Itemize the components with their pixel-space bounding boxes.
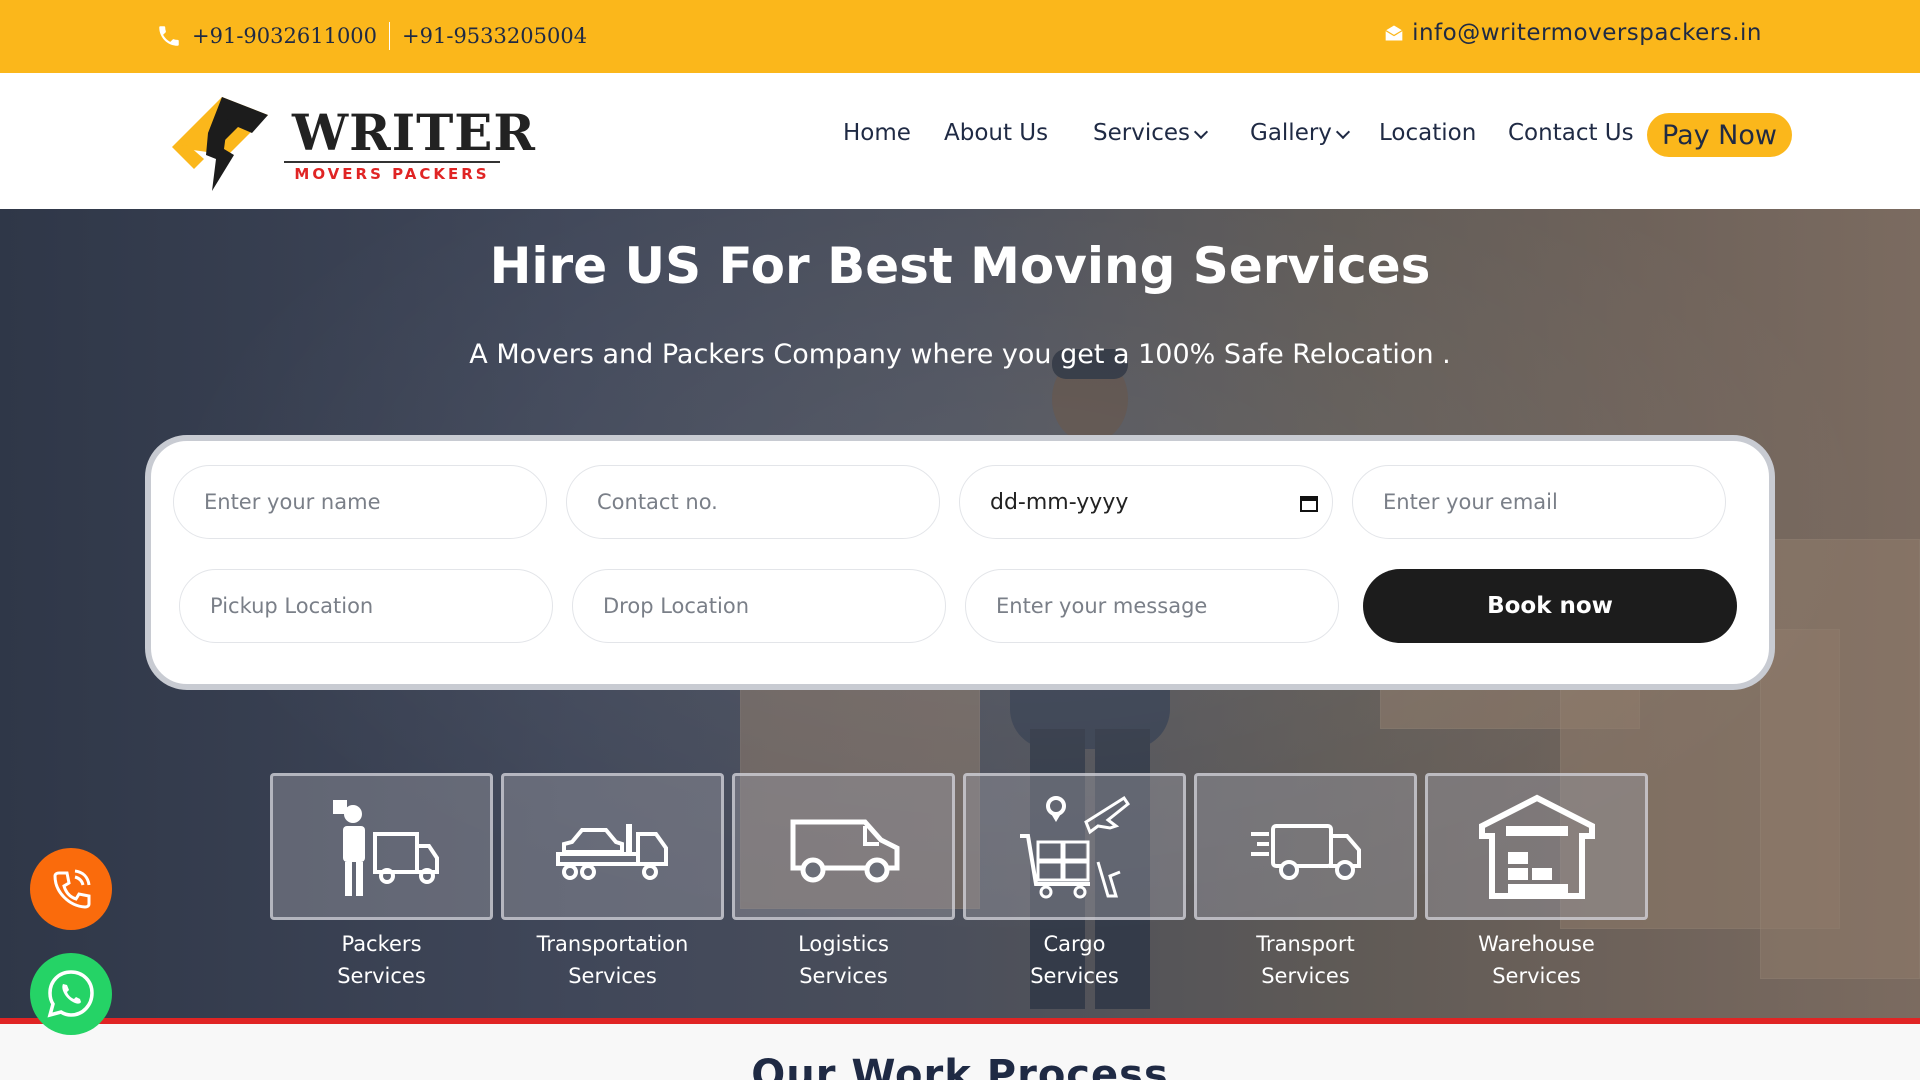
whatsapp-icon — [47, 970, 94, 1018]
mail-icon — [1385, 25, 1403, 41]
service-label-line: Services — [337, 964, 426, 988]
service-card-cargo[interactable]: Cargo Services — [963, 773, 1186, 992]
nav-services[interactable]: Services — [1093, 120, 1209, 146]
site-header: WRITER MOVERS PACKERS Home About Us Serv… — [0, 73, 1920, 209]
service-icon-box — [1425, 773, 1648, 920]
service-icon-box — [963, 773, 1186, 920]
hero-subtitle: A Movers and Packers Company where you g… — [469, 339, 1451, 370]
service-label: Warehouse Services — [1425, 928, 1648, 992]
hero-title: Hire US For Best Moving Services — [489, 237, 1431, 295]
book-now-button[interactable]: Book now — [1363, 569, 1737, 643]
service-label-line: Services — [1261, 964, 1350, 988]
email-link[interactable]: info@writermoverspackers.in — [1412, 20, 1762, 46]
booking-form: Enter your name Contact no. dd-mm-yyyy E… — [145, 435, 1775, 690]
nav-location[interactable]: Location — [1379, 120, 1476, 146]
phone-icon — [159, 26, 179, 46]
floating-call-button[interactable] — [30, 848, 112, 930]
phone-link-1[interactable]: +91-9032611000 — [192, 24, 377, 48]
service-label-line: Services — [799, 964, 888, 988]
nav-about[interactable]: About Us — [944, 120, 1048, 146]
packer-icon — [332, 799, 439, 896]
service-card-warehouse[interactable]: Warehouse Services — [1425, 773, 1648, 992]
nav-home[interactable]: Home — [843, 120, 911, 146]
services-strip: Packers Services Transportation Services… — [270, 773, 1650, 993]
main-navigation: Home About Us Services Gallery Location … — [0, 73, 1920, 209]
date-input[interactable]: dd-mm-yyyy — [959, 465, 1333, 539]
service-label-line: Services — [568, 964, 657, 988]
car-carrier-icon — [555, 823, 668, 880]
service-icon-box — [732, 773, 955, 920]
van-icon — [790, 819, 899, 882]
warehouse-icon — [1478, 794, 1595, 899]
pickup-input[interactable]: Pickup Location — [179, 569, 553, 643]
service-card-packers[interactable]: Packers Services — [270, 773, 493, 992]
service-label-line: Transportation — [536, 932, 689, 956]
service-label-line: Warehouse — [1478, 932, 1595, 956]
service-icon-box — [270, 773, 493, 920]
service-label: Transportation Services — [501, 928, 724, 992]
chevron-down-icon — [1335, 124, 1350, 140]
name-input[interactable]: Enter your name — [173, 465, 547, 539]
nav-contact[interactable]: Contact Us — [1508, 120, 1634, 146]
nav-gallery[interactable]: Gallery — [1250, 120, 1350, 146]
service-icon-box — [1194, 773, 1417, 920]
phone-numbers: +91-9032611000 +91-9533205004 — [156, 22, 587, 50]
service-label: Packers Services — [270, 928, 493, 992]
service-label-line: Services — [1030, 964, 1119, 988]
floating-whatsapp-button[interactable] — [30, 953, 112, 1035]
service-label: Logistics Services — [732, 928, 955, 992]
pay-now-button[interactable]: Pay Now — [1647, 113, 1792, 157]
service-label: Cargo Services — [963, 928, 1186, 992]
chevron-down-icon — [1193, 124, 1209, 140]
service-card-transport[interactable]: Transport Services — [1194, 773, 1417, 992]
hero-banner: Hire US For Best Moving Services A Mover… — [0, 209, 1920, 1021]
email-contact[interactable]: info@writermoverspackers.in — [1384, 20, 1762, 46]
service-card-logistics[interactable]: Logistics Services — [732, 773, 955, 992]
email-input[interactable]: Enter your email — [1352, 465, 1726, 539]
phone-link-2[interactable]: +91-9533205004 — [402, 24, 587, 48]
work-process-title: Our Work Process — [751, 1052, 1169, 1080]
service-label-line: Cargo — [1043, 932, 1106, 956]
message-input[interactable]: Enter your message — [965, 569, 1339, 643]
phone-separator — [389, 22, 391, 50]
service-label: Transport Services — [1194, 928, 1417, 992]
service-label-line: Logistics — [798, 932, 889, 956]
nav-services-label: Services — [1093, 120, 1190, 146]
date-value: dd-mm-yyyy — [990, 489, 1129, 515]
nav-gallery-label: Gallery — [1250, 120, 1332, 146]
service-label-line: Packers — [341, 932, 422, 956]
phone-call-icon — [53, 869, 91, 909]
calendar-icon[interactable] — [1300, 494, 1318, 512]
service-label-line: Services — [1492, 964, 1581, 988]
contact-input[interactable]: Contact no. — [566, 465, 940, 539]
fast-truck-icon — [1250, 823, 1361, 880]
service-card-transportation[interactable]: Transportation Services — [501, 773, 724, 992]
drop-input[interactable]: Drop Location — [572, 569, 946, 643]
service-label-line: Transport — [1256, 932, 1355, 956]
service-icon-box — [501, 773, 724, 920]
cargo-icon — [1019, 795, 1130, 898]
top-contact-bar: +91-9032611000 +91-9533205004 info@write… — [0, 0, 1920, 73]
